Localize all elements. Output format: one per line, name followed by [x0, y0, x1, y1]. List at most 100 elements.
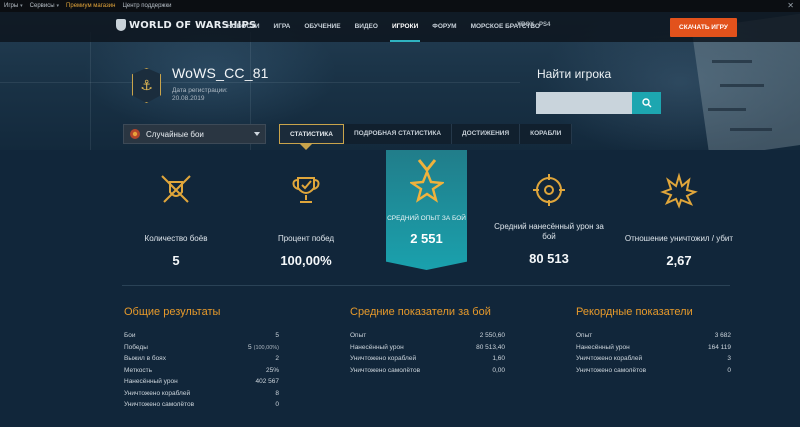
- table-row: Меткость 25%: [124, 365, 279, 377]
- search-icon: [641, 98, 651, 108]
- stat-label: Отношение уничтожил / убит: [624, 234, 734, 243]
- close-icon[interactable]: ✕: [787, 1, 794, 10]
- table-row: Уничтожено кораблей 3: [576, 353, 731, 365]
- row-value-text: 0: [727, 366, 731, 374]
- table-row: Уничтожено самолётов 0,00: [350, 365, 505, 377]
- download-game-button[interactable]: СКАЧАТЬ ИГРУ: [670, 18, 737, 37]
- row-value-text: 164 119: [707, 343, 731, 351]
- row-label: Победы: [124, 343, 148, 351]
- stat-kd-ratio: Отношение уничтожил / убит 2,67: [619, 150, 739, 268]
- platform-links: XBOX PS4: [517, 22, 550, 28]
- row-value-text: 5: [247, 343, 252, 351]
- nav-item[interactable]: ИГРОКИ: [385, 12, 425, 42]
- premium-shop-link[interactable]: Премиум магазин: [66, 3, 115, 9]
- medal-star-icon: [409, 159, 444, 203]
- table-title: Средние показатели за бой: [350, 306, 491, 318]
- services-menu[interactable]: Сервисы ▾: [30, 3, 59, 9]
- row-label: Опыт: [350, 332, 367, 339]
- tab[interactable]: ДОСТИЖЕНИЯ: [452, 124, 521, 144]
- row-value: 80 513,40: [476, 342, 505, 354]
- section-divider: [122, 285, 730, 286]
- row-value: 0,00: [492, 365, 505, 377]
- nav-item[interactable]: ФОРУМ: [425, 12, 463, 42]
- row-value-text: 2: [275, 355, 279, 362]
- row-value: 3: [727, 353, 731, 365]
- table-row: Нанесённый урон 80 513,40: [350, 342, 505, 354]
- battle-mode-select[interactable]: Случайные бои: [123, 124, 266, 144]
- stat-battles: Количество боёв 5: [116, 150, 236, 268]
- table-row: Бои 5: [124, 330, 279, 342]
- row-label: Меткость: [124, 366, 153, 374]
- explosion-icon: [660, 172, 698, 209]
- logo-crest-icon: [116, 19, 126, 31]
- row-value-text: 3 682: [714, 332, 731, 339]
- registration-date: 20.08.2019: [172, 95, 205, 102]
- stat-value: 2 551: [410, 231, 443, 246]
- row-value-text: 5: [275, 332, 279, 339]
- stat-avg-damage: Средний нанесённый урон за бой 80 513: [489, 150, 609, 266]
- table-row: Опыт 3 682: [576, 330, 731, 342]
- row-value-text: 1,60: [492, 355, 505, 362]
- tab[interactable]: ПОДРОБНАЯ СТАТИСТИКА: [344, 124, 453, 144]
- tab[interactable]: СТАТИСТИКА: [279, 124, 344, 144]
- stat-value: 80 513: [529, 251, 569, 266]
- chevron-down-icon: [254, 132, 260, 136]
- nav-item[interactable]: ВИДЕО: [348, 12, 385, 42]
- table-row: Опыт 2 550,60: [350, 330, 505, 342]
- row-value-text: 0,00: [492, 366, 505, 374]
- stat-label: Количество боёв: [144, 234, 208, 243]
- table-row: Выжил в боях 2: [124, 353, 279, 365]
- table-title: Рекордные показатели: [576, 306, 693, 318]
- nav-item[interactable]: ИГРА: [267, 12, 298, 42]
- stat-value: 2,67: [666, 253, 692, 268]
- xbox-icon[interactable]: XBOX: [517, 22, 534, 28]
- row-value: 402 567: [256, 376, 280, 388]
- games-menu-label: Игры: [4, 3, 19, 9]
- row-label: Бои: [124, 332, 136, 339]
- tab[interactable]: КОРАБЛИ: [520, 124, 573, 144]
- row-value-sub: (100,00%): [253, 344, 279, 351]
- registration-label: Дата регистрации:: [172, 87, 228, 94]
- search-button[interactable]: [632, 92, 661, 114]
- row-value-text: 0: [275, 401, 279, 408]
- row-value: 2: [275, 353, 279, 365]
- player-nickname: WoWS_CC_81: [172, 65, 269, 81]
- support-link[interactable]: Центр поддержки: [122, 3, 171, 9]
- row-label: Опыт: [576, 332, 593, 339]
- stat-label: СРЕДНИЙ ОПЫТ ЗА БОЙ: [387, 215, 466, 222]
- nav-item[interactable]: ОБУЧЕНИЕ: [297, 12, 347, 42]
- nav-item[interactable]: НОВОСТИ: [220, 12, 267, 42]
- row-value-text: 80 513,40: [476, 343, 505, 351]
- crossed-swords-icon: [161, 175, 191, 203]
- row-value: 5: [275, 330, 279, 342]
- records-table: Рекордные показатели Опыт 3 682 Нанесённый…: [576, 306, 731, 376]
- row-label: Уничтожено кораблей: [124, 389, 191, 397]
- stat-value: 5: [172, 253, 180, 268]
- row-value: 25%: [266, 365, 279, 377]
- row-value: 5 (100,00%): [248, 342, 279, 354]
- table-title: Общие результаты: [124, 306, 221, 318]
- row-label: Уничтожено кораблей: [576, 355, 643, 362]
- table-row: Победы 5 (100,00%): [124, 342, 279, 354]
- find-player-title: Найти игрока: [537, 67, 612, 81]
- search-input[interactable]: [536, 92, 632, 114]
- games-menu[interactable]: Игры ▾: [4, 3, 23, 9]
- row-label: Уничтожено самолётов: [350, 366, 421, 374]
- row-value-text: 2 550,60: [479, 332, 505, 339]
- utility-bar: Игры ▾ Сервисы ▾ Премиум магазин Центр под…: [0, 0, 800, 12]
- stat-label: Средний нанесённый урон за бой: [494, 222, 604, 241]
- stats-tabs: СТАТИСТИКА ПОДРОБНАЯ СТАТИСТИКА ДОСТИЖЕНИЯ…: [279, 124, 573, 144]
- row-value: 1,60: [492, 353, 505, 365]
- crosshair-icon: [533, 174, 565, 206]
- services-menu-label: Сервисы: [29, 3, 55, 9]
- ps4-icon[interactable]: PS4: [539, 22, 550, 28]
- row-value-text: 402 567: [255, 378, 280, 385]
- row-value-text: 3: [727, 355, 731, 362]
- average-per-battle-table: Средние показатели за бой Опыт 2 550,60 На…: [350, 306, 505, 376]
- row-value-text: 8: [275, 389, 279, 397]
- row-value: 164 119: [708, 342, 731, 354]
- row-label: Нанесённый урон: [350, 343, 404, 351]
- row-label: Выжил в боях: [124, 355, 166, 362]
- table-row: Нанесённый урон 164 119: [576, 342, 731, 354]
- stat-avg-xp: СРЕДНИЙ ОПЫТ ЗА БОЙ 2 551: [386, 150, 467, 246]
